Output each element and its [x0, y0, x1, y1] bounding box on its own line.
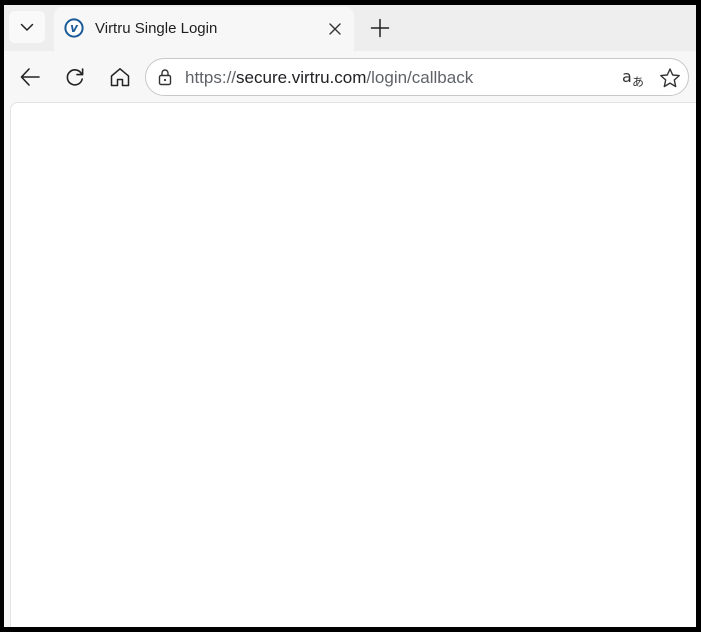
back-arrow-icon [20, 68, 40, 86]
url-text[interactable]: https://secure.virtru.com/login/callback [185, 68, 473, 88]
home-button[interactable] [104, 61, 136, 93]
tab-menu-button[interactable] [9, 11, 45, 43]
toolbar: https://secure.virtru.com/login/callback… [4, 51, 696, 103]
url-host: secure.virtru.com [236, 68, 367, 87]
virtru-logo-icon: v [64, 18, 84, 38]
back-button[interactable] [14, 61, 46, 93]
browser-window: v Virtru Single Login https://secure.vir… [4, 5, 696, 627]
address-bar[interactable]: https://secure.virtru.com/login/callback… [145, 58, 689, 96]
tab-title: Virtru Single Login [95, 20, 218, 37]
page-content [10, 102, 696, 627]
svg-text:あ: あ [632, 75, 644, 89]
reload-icon [66, 68, 84, 86]
close-icon [329, 23, 341, 35]
translate-icon: a あ [622, 67, 644, 89]
favicon-letter: v [70, 21, 79, 35]
tab-strip: v Virtru Single Login [4, 5, 696, 51]
star-icon [660, 68, 680, 88]
chevron-down-icon [20, 23, 34, 31]
tab-active[interactable]: v Virtru Single Login [54, 7, 354, 51]
svg-text:a: a [622, 67, 632, 86]
tab-close-button[interactable] [324, 18, 346, 40]
home-icon [110, 68, 130, 87]
lock-icon[interactable] [156, 68, 174, 86]
url-scheme: https:// [185, 68, 237, 87]
translate-button[interactable]: a あ [621, 66, 647, 90]
favorite-button[interactable] [658, 66, 682, 90]
url-path: /login/callback [366, 68, 474, 87]
reload-button[interactable] [59, 61, 91, 93]
plus-icon [370, 18, 390, 38]
new-tab-button[interactable] [364, 13, 396, 43]
